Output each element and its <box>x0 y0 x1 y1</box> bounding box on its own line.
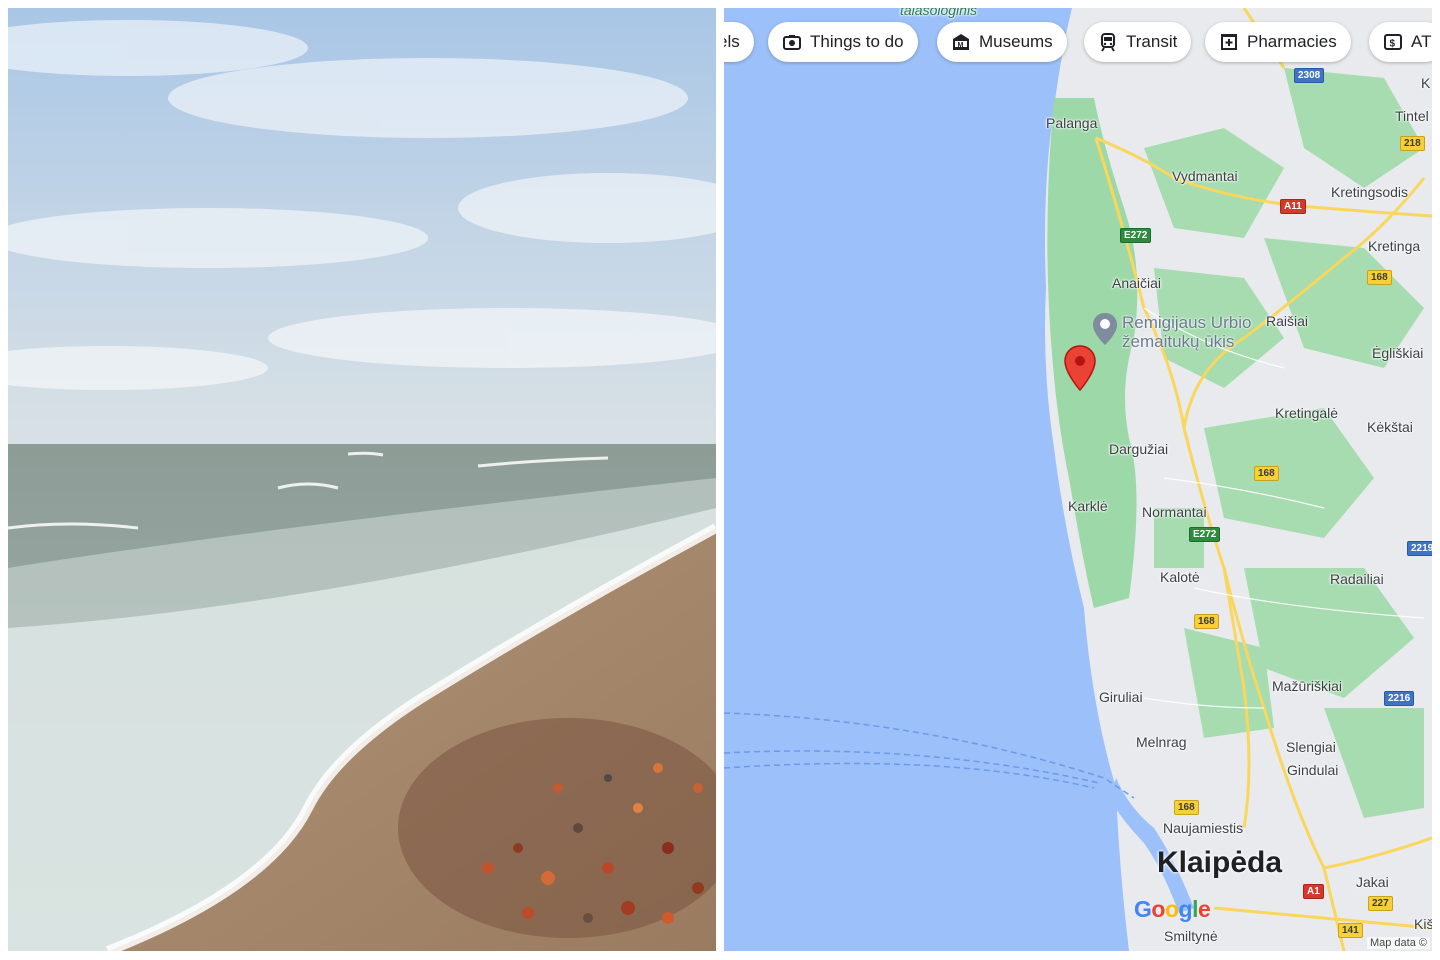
place-label-k: K <box>1421 75 1431 91</box>
road-shield-218: 218 <box>1400 136 1425 151</box>
place-label-gindulai[interactable]: Gindulai <box>1287 762 1338 778</box>
place-label-vydmantai[interactable]: Vydmantai <box>1172 168 1238 184</box>
place-label-kretinga[interactable]: Kretinga <box>1368 238 1420 254</box>
chip-transit[interactable]: Transit <box>1084 22 1192 62</box>
svg-text:M: M <box>958 42 964 49</box>
road-shield-2219: 2219 <box>1407 541 1432 556</box>
road-shield-227: 227 <box>1368 896 1393 911</box>
camera-icon <box>783 35 801 50</box>
road-shield-a11: A11 <box>1280 199 1306 214</box>
chip-museums[interactable]: M Museums <box>937 22 1067 62</box>
place-label-kis: Kiš <box>1414 916 1432 932</box>
place-label-radailiai[interactable]: Radailiai <box>1330 571 1384 587</box>
place-label-kretingsodis[interactable]: Kretingsodis <box>1331 184 1408 200</box>
road-shield-e272-north: E272 <box>1120 228 1152 243</box>
place-label-slengiai[interactable]: Slengiai <box>1286 739 1336 755</box>
poi-marker-icon[interactable] <box>1092 312 1118 346</box>
road-shield-e272-south: E272 <box>1189 527 1221 542</box>
city-label-klaipeda[interactable]: Klaipėda <box>1157 846 1282 880</box>
place-label-egliskiai[interactable]: Ėgliškiai <box>1372 345 1423 361</box>
place-label-naujamiestis[interactable]: Naujamiestis <box>1163 820 1243 836</box>
chip-museums-label: Museums <box>979 32 1053 51</box>
place-label-kekstai[interactable]: Kėkštai <box>1367 419 1413 435</box>
place-label-giruliai[interactable]: Giruliai <box>1099 689 1143 705</box>
road-shield-141: 141 <box>1338 923 1363 938</box>
chip-transit-label: Transit <box>1126 32 1178 51</box>
train-icon <box>1101 33 1115 52</box>
road-shield-2308: 2308 <box>1294 68 1325 83</box>
road-shield-a1: A1 <box>1303 884 1324 899</box>
place-label-raisiai[interactable]: Raišiai <box>1266 313 1308 329</box>
beach-photo <box>8 8 716 951</box>
place-label-normantai[interactable]: Normantai <box>1142 504 1207 520</box>
place-label-palanga[interactable]: Palanga <box>1046 115 1097 131</box>
chip-things-to-do-label: Things to do <box>810 32 904 51</box>
poi-label[interactable]: Remigijaus Urbio žemaitukų ūkis <box>1122 313 1251 351</box>
place-label-tintel[interactable]: Tintel <box>1395 108 1429 124</box>
map-base-layer <box>724 8 1432 951</box>
chip-things-to-do[interactable]: Things to do <box>768 22 918 62</box>
place-label-melnrag[interactable]: Melnrag <box>1136 734 1187 750</box>
google-logo: Google <box>1134 896 1211 922</box>
pharmacy-icon <box>1221 34 1237 50</box>
place-label-mazuriskiai[interactable]: Mažūriškiai <box>1272 678 1342 694</box>
road-shield-168-klaipeda: 168 <box>1174 800 1199 815</box>
svg-text:$: $ <box>1390 39 1396 50</box>
place-label-kretingale[interactable]: Kretingalė <box>1275 405 1338 421</box>
beach-scene-illustration <box>8 8 716 951</box>
place-label-anaiciai[interactable]: Anaičiai <box>1112 275 1161 291</box>
chip-atms-label: AT <box>1411 32 1432 51</box>
place-label-jakai[interactable]: Jakai <box>1356 874 1389 890</box>
map-view[interactable]: els Things to do M Museums Transit Pharm… <box>724 8 1432 951</box>
place-label-darguziai[interactable]: Dargužiai <box>1109 441 1168 457</box>
museum-icon: M <box>953 34 969 50</box>
chip-pharmacies[interactable]: Pharmacies <box>1205 22 1351 62</box>
chip-hotels-label: els <box>724 32 740 51</box>
place-label-karkle[interactable]: Karklė <box>1068 498 1108 514</box>
road-shield-168-kalote: 168 <box>1194 614 1219 629</box>
road-shield-168-kretingale: 168 <box>1254 466 1279 481</box>
road-shield-168-kretinga: 168 <box>1367 270 1392 285</box>
road-shield-2216: 2216 <box>1384 691 1415 706</box>
location-pin-icon[interactable] <box>1062 344 1098 392</box>
poi-label-line1: Remigijaus Urbio <box>1122 313 1252 332</box>
atm-icon: $ <box>1384 34 1402 50</box>
map-attribution[interactable]: Map data © <box>1366 937 1430 949</box>
chip-atms[interactable]: $ AT <box>1369 22 1432 62</box>
place-label-smiltyne[interactable]: Smiltynė <box>1164 928 1218 944</box>
place-label-kalote[interactable]: Kalotė <box>1160 569 1200 585</box>
poi-label-line2: žemaitukų ūkis <box>1122 332 1235 351</box>
place-label-top: talasologinis <box>900 8 978 18</box>
chip-pharmacies-label: Pharmacies <box>1247 32 1337 51</box>
